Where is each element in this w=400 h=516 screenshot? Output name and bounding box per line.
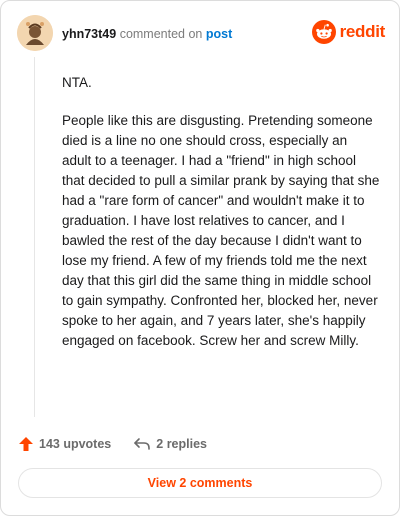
commented-on-text: commented on xyxy=(119,27,203,41)
username-link[interactable]: yhn73t49 xyxy=(62,27,116,41)
comment-body: NTA. People like this are disgusting. Pr… xyxy=(62,73,380,369)
replies-button[interactable]: 2 replies xyxy=(133,436,207,452)
user-avatar[interactable] xyxy=(17,15,53,51)
view-comments-button[interactable]: View 2 comments xyxy=(18,468,382,498)
comment-meta: yhn73t49 commented on post xyxy=(62,27,232,41)
comment-paragraph: NTA. xyxy=(62,75,92,90)
avatar-image xyxy=(17,15,53,51)
reddit-wordmark: reddit xyxy=(339,22,386,41)
post-link[interactable]: post xyxy=(206,27,232,41)
upvote-arrow-icon xyxy=(19,437,33,451)
comment-actions: 143 upvotes 2 replies xyxy=(18,433,207,455)
comment-card: yhn73t49 commented on post reddit NTA. P… xyxy=(0,0,400,516)
comment-paragraph: People like this are disgusting. Pretend… xyxy=(62,113,380,348)
upvote-button[interactable]: 143 upvotes xyxy=(18,436,111,452)
thread-line[interactable] xyxy=(34,57,35,417)
reddit-snoo-icon xyxy=(311,20,336,44)
reply-count: 2 replies xyxy=(156,437,207,451)
comment-header: yhn73t49 commented on post reddit xyxy=(17,15,385,55)
upvote-count: 143 upvotes xyxy=(39,437,112,451)
reddit-logo[interactable]: reddit xyxy=(311,20,386,44)
reply-arrow-icon xyxy=(134,438,151,450)
